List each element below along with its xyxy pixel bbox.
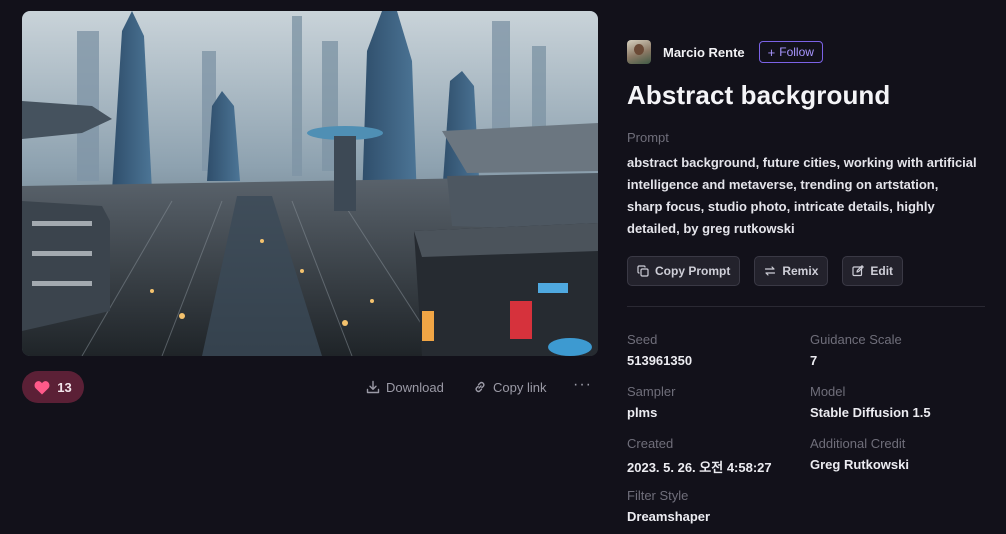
meta-label: Model bbox=[810, 384, 846, 399]
meta-label: Guidance Scale bbox=[810, 332, 902, 347]
artwork-illustration bbox=[22, 11, 598, 356]
meta-value: 2023. 5. 26. 오전 4:58:27 bbox=[627, 460, 772, 475]
follow-button[interactable]: + Follow bbox=[758, 41, 823, 63]
prompt-actions: Copy Prompt Remix Edit bbox=[627, 256, 904, 286]
like-button[interactable]: 13 bbox=[22, 371, 84, 403]
meta-filter-style: Filter Style Dreamshaper bbox=[627, 488, 797, 524]
prompt-text: abstract background, future cities, work… bbox=[627, 155, 977, 236]
copy-link-button[interactable]: Copy link bbox=[473, 377, 546, 397]
meta-label: Seed bbox=[627, 332, 658, 347]
follow-label: Follow bbox=[779, 45, 814, 59]
plus-icon: + bbox=[767, 44, 776, 60]
like-count: 13 bbox=[57, 379, 72, 395]
copy-prompt-label: Copy Prompt bbox=[655, 264, 731, 278]
image-actions: 13 Download Copy link ··· bbox=[22, 371, 598, 403]
meta-label: Filter Style bbox=[627, 488, 689, 503]
meta-seed: Seed 513961350 bbox=[627, 332, 797, 368]
more-options-button[interactable]: ··· bbox=[573, 375, 592, 395]
remix-icon bbox=[765, 266, 776, 276]
copy-prompt-button[interactable]: Copy Prompt bbox=[627, 256, 741, 286]
edit-button[interactable]: Edit bbox=[842, 256, 904, 286]
meta-guidance-scale: Guidance Scale 7 bbox=[810, 332, 980, 368]
remix-button[interactable]: Remix bbox=[754, 256, 829, 286]
heart-icon bbox=[34, 380, 50, 394]
detail-panel: Marcio Rente + Follow Abstract backgroun… bbox=[627, 0, 987, 534]
meta-label: Additional Credit bbox=[810, 436, 906, 451]
meta-value: Greg Rutkowski bbox=[810, 457, 909, 472]
download-button[interactable]: Download bbox=[366, 377, 444, 397]
more-dots-icon: ··· bbox=[573, 376, 592, 393]
meta-value: Stable Diffusion 1.5 bbox=[810, 405, 931, 420]
meta-label: Sampler bbox=[627, 384, 676, 399]
prompt-label: Prompt bbox=[627, 130, 669, 145]
copy-link-label: Copy link bbox=[493, 379, 547, 395]
author-row: Marcio Rente + Follow bbox=[627, 40, 823, 64]
meta-value: Dreamshaper bbox=[627, 509, 711, 524]
meta-value: 513961350 bbox=[627, 353, 693, 368]
author-name[interactable]: Marcio Rente bbox=[663, 45, 745, 60]
meta-sampler: Sampler plms bbox=[627, 384, 797, 420]
meta-label: Created bbox=[627, 436, 674, 451]
link-icon bbox=[475, 381, 485, 393]
meta-created: Created 2023. 5. 26. 오전 4:58:27 bbox=[627, 436, 797, 476]
meta-additional-credit: Additional Credit Greg Rutkowski bbox=[810, 436, 980, 472]
copy-icon bbox=[637, 265, 649, 277]
divider bbox=[627, 306, 985, 307]
download-icon bbox=[366, 380, 380, 394]
meta-value: plms bbox=[627, 405, 658, 420]
author-avatar[interactable] bbox=[627, 40, 651, 64]
download-label: Download bbox=[386, 379, 444, 395]
meta-model: Model Stable Diffusion 1.5 bbox=[810, 384, 980, 420]
edit-label: Edit bbox=[870, 264, 894, 278]
page-title: Abstract background bbox=[627, 80, 891, 110]
image-detail-page: 13 Download Copy link ··· Marcio Rente +… bbox=[0, 0, 1006, 534]
meta-value: 7 bbox=[810, 353, 818, 368]
remix-label: Remix bbox=[782, 264, 819, 278]
edit-icon bbox=[852, 265, 865, 277]
artwork-image[interactable] bbox=[22, 11, 598, 356]
